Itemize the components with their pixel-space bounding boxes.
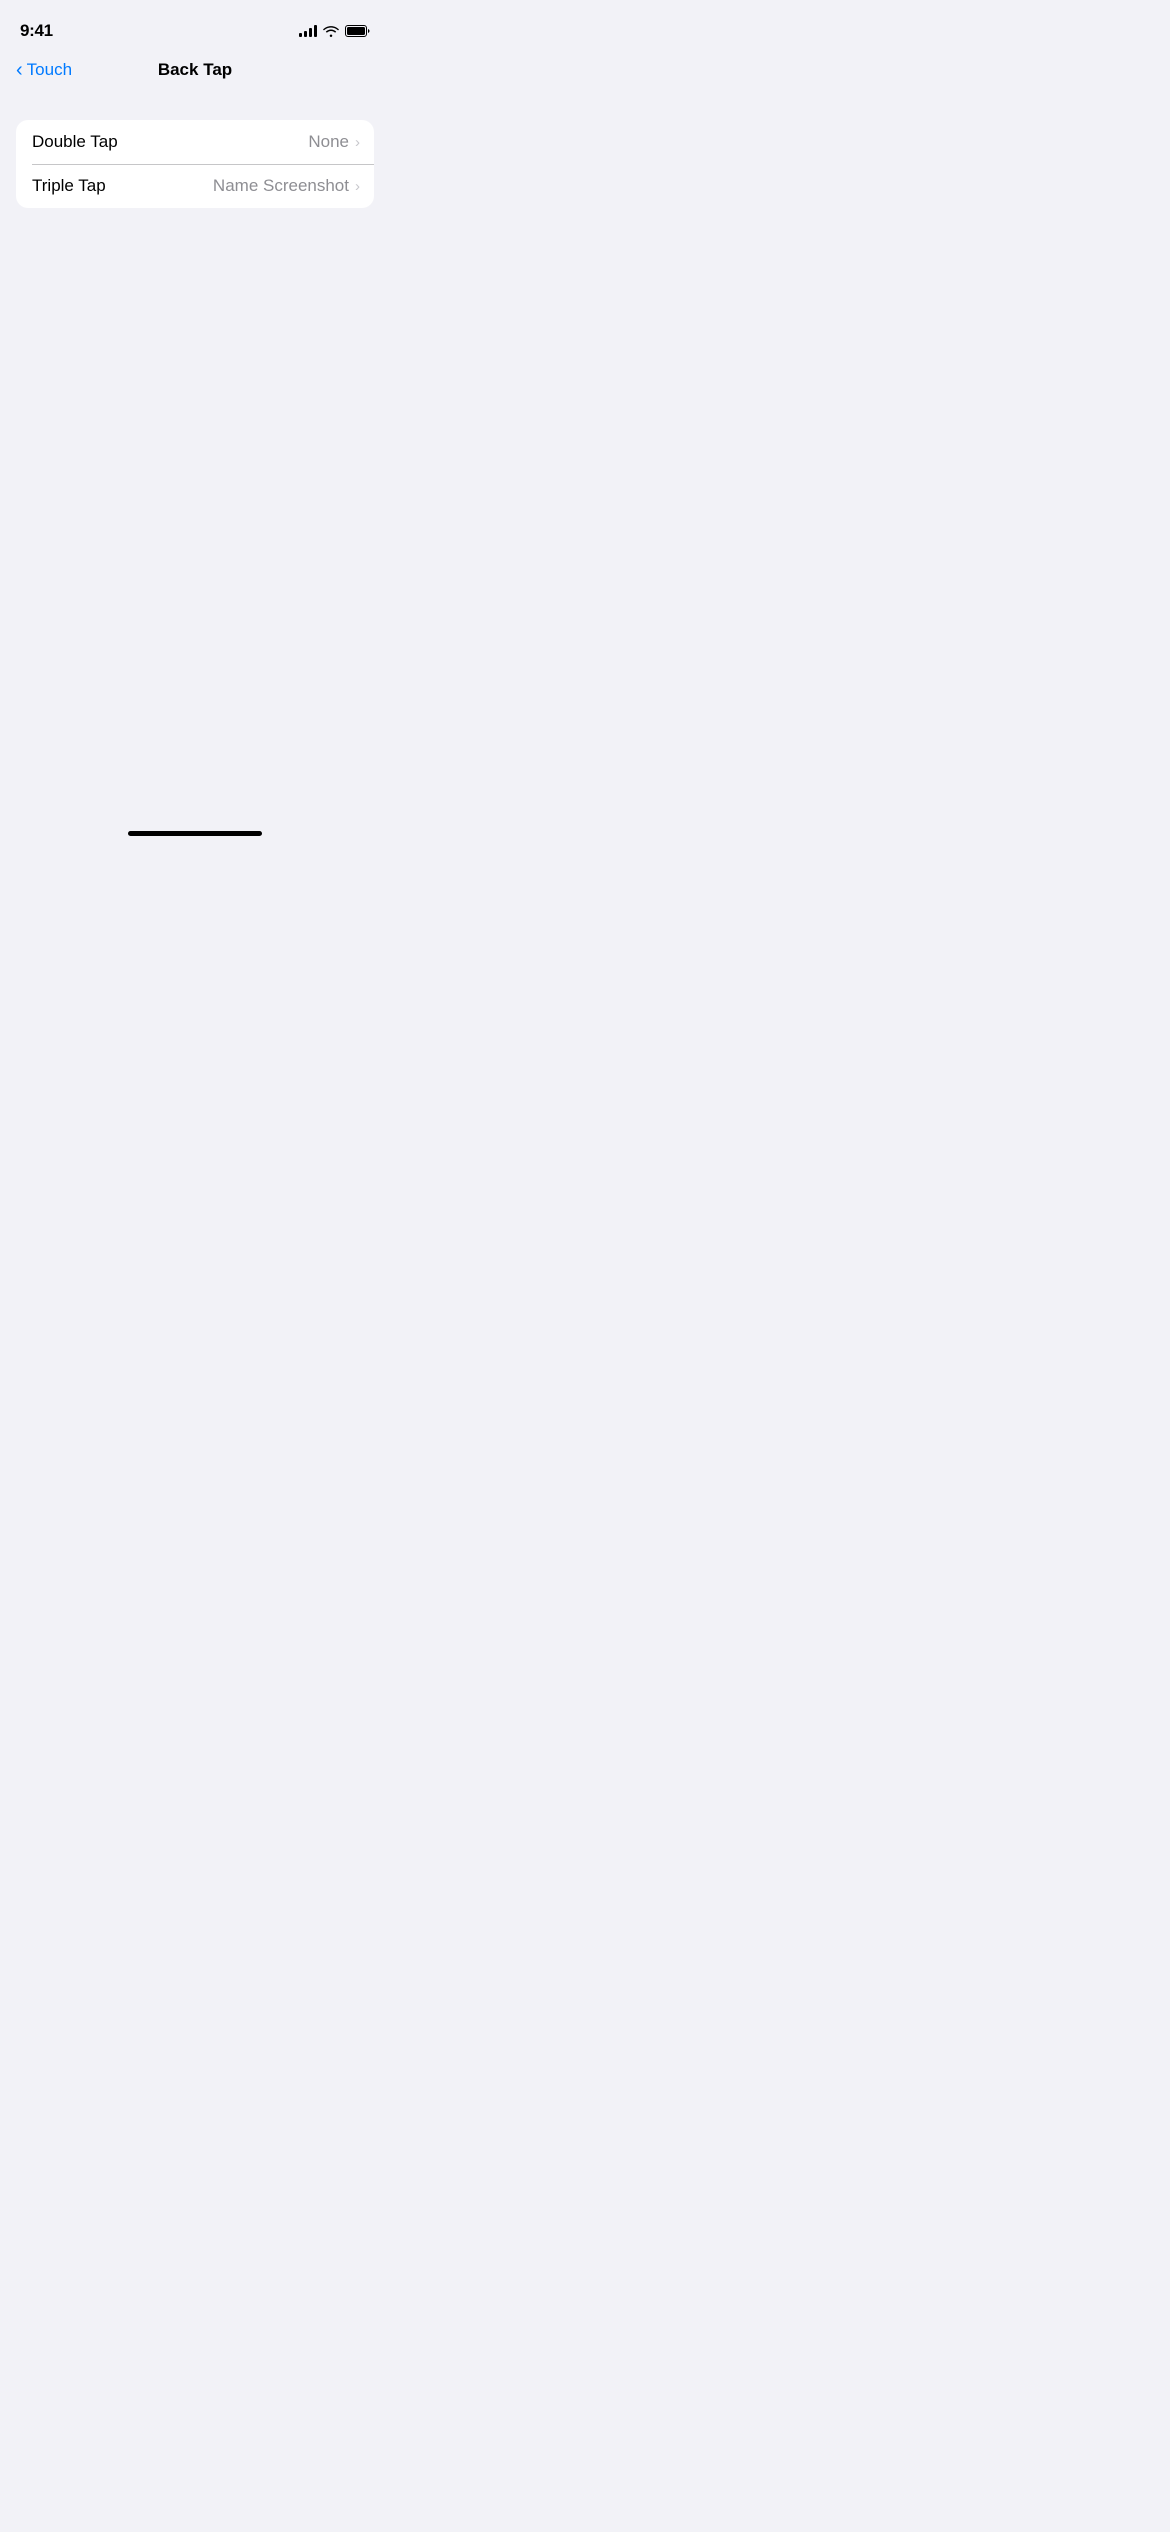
signal-icon bbox=[299, 25, 317, 37]
status-bar: 9:41 bbox=[0, 0, 390, 48]
double-tap-label: Double Tap bbox=[32, 132, 118, 152]
settings-group: Double Tap None › Triple Tap Name Screen… bbox=[16, 120, 374, 208]
nav-bar: ‹ Touch Back Tap bbox=[0, 48, 390, 92]
triple-tap-right: Name Screenshot › bbox=[213, 176, 358, 196]
double-tap-chevron-icon: › bbox=[355, 134, 360, 151]
triple-tap-label: Triple Tap bbox=[32, 176, 106, 196]
back-button-label: Touch bbox=[27, 60, 72, 80]
home-indicator bbox=[128, 831, 262, 836]
status-icons bbox=[299, 25, 370, 37]
triple-tap-value: Name Screenshot bbox=[213, 176, 349, 196]
back-button[interactable]: ‹ Touch bbox=[16, 60, 72, 80]
double-tap-row[interactable]: Double Tap None › bbox=[16, 120, 374, 164]
triple-tap-chevron-icon: › bbox=[355, 178, 360, 195]
back-chevron-icon: ‹ bbox=[16, 60, 23, 80]
status-time: 9:41 bbox=[20, 21, 53, 41]
wifi-icon bbox=[323, 25, 339, 37]
page-title: Back Tap bbox=[158, 60, 232, 80]
double-tap-right: None › bbox=[308, 132, 358, 152]
double-tap-value: None bbox=[308, 132, 349, 152]
triple-tap-row[interactable]: Triple Tap Name Screenshot › bbox=[16, 164, 374, 208]
battery-icon bbox=[345, 25, 370, 37]
content-area: Double Tap None › Triple Tap Name Screen… bbox=[0, 92, 390, 208]
